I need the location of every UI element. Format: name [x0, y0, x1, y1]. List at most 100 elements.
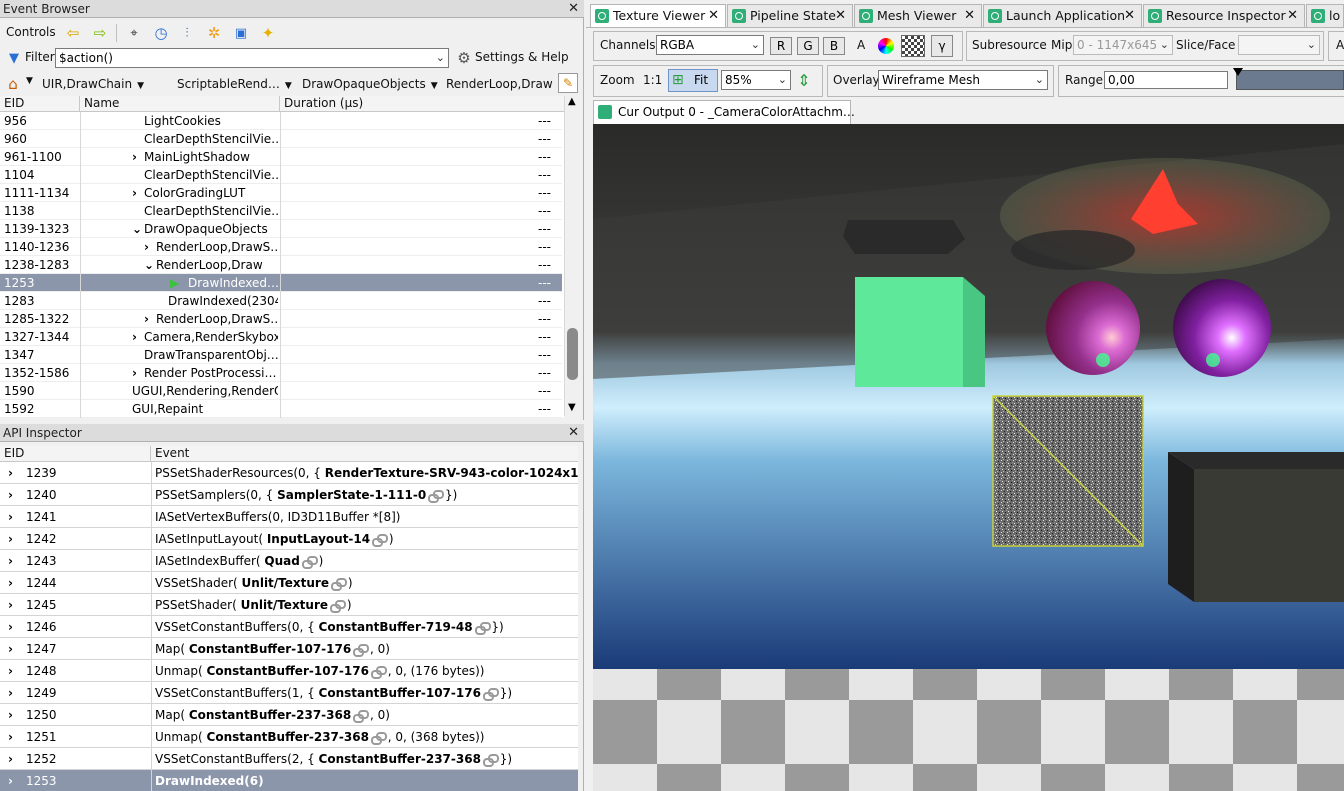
- api-call-row[interactable]: › 1253 DrawIndexed(6): [0, 770, 578, 791]
- collapse-chevron-icon[interactable]: ⌄: [132, 220, 142, 238]
- expand-chevron-icon[interactable]: ›: [8, 506, 13, 528]
- settings-help-button[interactable]: Settings & Help: [475, 50, 569, 64]
- expand-chevron-icon[interactable]: ›: [8, 638, 13, 660]
- link-icon[interactable]: [370, 732, 387, 745]
- event-row[interactable]: 1104 ClearDepthStencilVie… ---: [0, 166, 562, 184]
- api-call-row[interactable]: › 1243 IASetIndexBuffer( Quad ): [0, 550, 578, 572]
- api-call-row[interactable]: › 1241 IASetVertexBuffers(0, ID3D11Buffer …: [0, 506, 578, 528]
- link-icon[interactable]: [474, 622, 491, 635]
- event-browser-close-icon[interactable]: ✕: [568, 0, 579, 18]
- resource-link[interactable]: Unlit/Texture: [241, 598, 328, 612]
- breadcrumb-item[interactable]: ScriptableRend… ▼: [177, 75, 292, 93]
- event-row[interactable]: 1590 UGUI,Rendering,RenderO… ---: [0, 382, 562, 400]
- expand-chevron-icon[interactable]: ›: [8, 682, 13, 704]
- tab-launch-application[interactable]: Launch Application ✕: [983, 4, 1142, 27]
- zoom-1to1-button[interactable]: 1:1: [643, 73, 662, 87]
- close-icon[interactable]: ✕: [835, 5, 846, 26]
- api-call-row[interactable]: › 1249 VSSetConstantBuffers(1, { ConstantB…: [0, 682, 578, 704]
- column-header-name[interactable]: Name: [80, 96, 280, 112]
- channel-r-toggle[interactable]: R: [770, 37, 792, 55]
- zoom-select[interactable]: 85% ⌄: [721, 70, 791, 90]
- close-icon[interactable]: ✕: [964, 5, 975, 26]
- expand-chevron-icon[interactable]: ›: [8, 660, 13, 682]
- expand-chevron-icon[interactable]: ›: [8, 748, 13, 770]
- expand-chevron-icon[interactable]: ›: [8, 770, 13, 791]
- back-arrow-icon[interactable]: ⇦: [63, 23, 83, 43]
- checker-icon[interactable]: [901, 35, 925, 57]
- link-icon[interactable]: [331, 578, 347, 591]
- api-call-row[interactable]: › 1252 VSSetConstantBuffers(2, { ConstantB…: [0, 748, 578, 770]
- link-icon[interactable]: [330, 600, 347, 613]
- gamma-toggle[interactable]: γ: [931, 35, 953, 57]
- event-row[interactable]: 1140-1236 › RenderLoop,DrawS… ---: [0, 238, 562, 256]
- expand-chevron-icon[interactable]: ›: [8, 462, 13, 484]
- api-call-row[interactable]: › 1250 Map( ConstantBuffer-237-368 , 0): [0, 704, 578, 726]
- clock-icon[interactable]: ◷: [151, 23, 171, 43]
- home-dropdown-icon[interactable]: ▼: [26, 76, 33, 86]
- output-tab[interactable]: Cur Output 0 - _CameraColorAttachm…: [593, 100, 855, 124]
- event-row[interactable]: 1139-1323 ⌄ DrawOpaqueObjects ---: [0, 220, 562, 238]
- resource-link[interactable]: ConstantBuffer-107-176: [207, 664, 369, 678]
- fit-button[interactable]: ⊞ Fit: [668, 69, 718, 92]
- close-icon[interactable]: ✕: [1124, 5, 1135, 26]
- resource-link[interactable]: ConstantBuffer-107-176: [319, 686, 481, 700]
- color-wheel-icon[interactable]: [878, 38, 894, 54]
- event-row[interactable]: 1592 GUI,Repaint ---: [0, 400, 562, 418]
- breadcrumb-item[interactable]: DrawOpaqueObjects ▼: [302, 75, 438, 93]
- event-row[interactable]: 960 ClearDepthStencilVie… ---: [0, 130, 562, 148]
- api-call-row[interactable]: › 1251 Unmap( ConstantBuffer-237-368 , 0, …: [0, 726, 578, 748]
- scroll-down-icon[interactable]: ▼: [568, 402, 576, 413]
- tab-mesh-viewer[interactable]: Mesh Viewer ✕: [854, 4, 982, 27]
- expand-chevron-icon[interactable]: ›: [8, 484, 13, 506]
- tab-texture-viewer[interactable]: Texture Viewer ✕: [590, 4, 726, 27]
- binoculars-icon[interactable]: ⌖: [124, 23, 144, 43]
- column-header-eid[interactable]: EID: [0, 96, 80, 112]
- event-row[interactable]: 1138 ClearDepthStencilVie… ---: [0, 202, 562, 220]
- scroll-thumb[interactable]: [567, 328, 578, 380]
- link-icon[interactable]: [370, 666, 387, 679]
- home-icon[interactable]: ⌂: [3, 74, 23, 94]
- forward-arrow-icon[interactable]: ⇨: [90, 23, 110, 43]
- api-call-row[interactable]: › 1239 PSSetShaderResources(0, { RenderTex…: [0, 462, 578, 484]
- resource-link[interactable]: InputLayout-14: [267, 532, 370, 546]
- link-icon[interactable]: [372, 534, 389, 547]
- event-row[interactable]: 1238-1283 ⌄ RenderLoop,Draw ---: [0, 256, 562, 274]
- link-icon[interactable]: [353, 710, 370, 723]
- event-row[interactable]: 961-1100 › MainLightShadow ---: [0, 148, 562, 166]
- collapse-chevron-icon[interactable]: ⌄: [144, 256, 154, 274]
- expand-chevron-icon[interactable]: ›: [8, 704, 13, 726]
- close-icon[interactable]: ✕: [708, 5, 719, 26]
- channel-a-toggle[interactable]: A: [857, 38, 865, 52]
- event-scrollbar[interactable]: ▲ ▼: [564, 96, 580, 416]
- resource-link[interactable]: Quad: [264, 554, 299, 568]
- api-call-row[interactable]: › 1246 VSSetConstantBuffers(0, { ConstantB…: [0, 616, 578, 638]
- event-row[interactable]: 956 LightCookies ---: [0, 112, 562, 130]
- link-icon[interactable]: [482, 688, 499, 701]
- resource-link[interactable]: ConstantBuffer-107-176: [189, 642, 351, 656]
- channel-b-toggle[interactable]: B: [823, 37, 845, 55]
- event-row[interactable]: 1283 DrawIndexed(2304) ---: [0, 292, 562, 310]
- overlay-select[interactable]: Wireframe Mesh ⌄: [878, 70, 1048, 90]
- save-icon[interactable]: ▣: [231, 23, 251, 43]
- column-header-duration[interactable]: Duration (µs): [280, 96, 564, 112]
- event-row[interactable]: 1253 ▶ DrawIndexed… ---: [0, 274, 562, 292]
- api-call-row[interactable]: › 1248 Unmap( ConstantBuffer-107-176 , 0, …: [0, 660, 578, 682]
- api-call-row[interactable]: › 1245 PSSetShader( Unlit/Texture ): [0, 594, 578, 616]
- expand-chevron-icon[interactable]: ›: [8, 616, 13, 638]
- edit-note-icon[interactable]: ✎: [558, 73, 578, 93]
- expand-chevron-icon[interactable]: ›: [8, 726, 13, 748]
- api-call-row[interactable]: › 1242 IASetInputLayout( InputLayout-14 ): [0, 528, 578, 550]
- expand-chevron-icon[interactable]: ›: [8, 594, 13, 616]
- link-icon[interactable]: [482, 754, 499, 767]
- close-icon[interactable]: ✕: [1287, 5, 1298, 26]
- event-row[interactable]: 1111-1134 › ColorGradingLUT ---: [0, 184, 562, 202]
- api-inspector-close-icon[interactable]: ✕: [568, 424, 579, 442]
- column-header-eid[interactable]: EID: [0, 446, 151, 462]
- breadcrumb-item[interactable]: UIR,DrawChain ▼: [42, 75, 144, 93]
- event-row[interactable]: 1327-1344 › Camera,RenderSkybox ---: [0, 328, 562, 346]
- resource-link[interactable]: Unlit/Texture: [242, 576, 329, 590]
- resource-link[interactable]: ConstantBuffer-237-368: [207, 730, 369, 744]
- link-icon[interactable]: [353, 644, 370, 657]
- resource-link[interactable]: ConstantBuffer-719-48: [319, 620, 473, 634]
- breadcrumb-item[interactable]: RenderLoop,Draw: [446, 75, 553, 93]
